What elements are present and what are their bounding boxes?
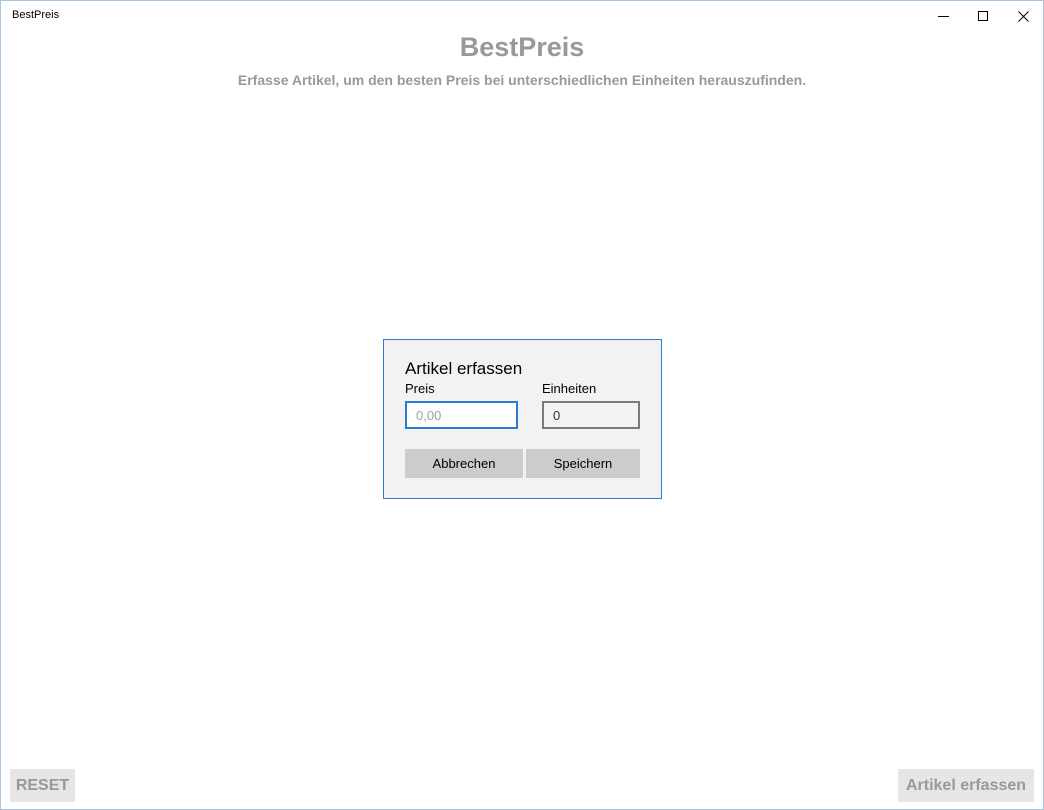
minimize-icon	[937, 15, 949, 17]
app-window: BestPreis BestPreis Erfasse Artikel, um …	[0, 0, 1044, 810]
dialog-title: Artikel erfassen	[405, 359, 523, 378]
add-item-dialog: Artikel erfassen Preis Einheiten Abbrech…	[383, 339, 662, 499]
close-icon	[1017, 10, 1029, 22]
save-button[interactable]: Speichern	[526, 449, 640, 478]
title-bar[interactable]: BestPreis	[1, 1, 1043, 31]
minimize-button[interactable]	[923, 1, 963, 31]
add-item-button[interactable]: Artikel erfassen	[898, 769, 1034, 802]
window-title: BestPreis	[12, 9, 60, 21]
close-button[interactable]	[1003, 1, 1043, 31]
units-label: Einheiten	[542, 381, 597, 396]
maximize-icon	[977, 10, 988, 21]
reset-button[interactable]: RESET	[10, 769, 75, 802]
units-input[interactable]	[542, 401, 640, 429]
page-title: BestPreis	[459, 32, 585, 62]
price-input[interactable]	[405, 401, 518, 429]
page-subtitle: Erfasse Artikel, um den besten Preis bei…	[237, 72, 807, 88]
price-label: Preis	[405, 381, 435, 396]
maximize-button[interactable]	[963, 1, 1003, 31]
cancel-button[interactable]: Abbrechen	[405, 449, 523, 478]
